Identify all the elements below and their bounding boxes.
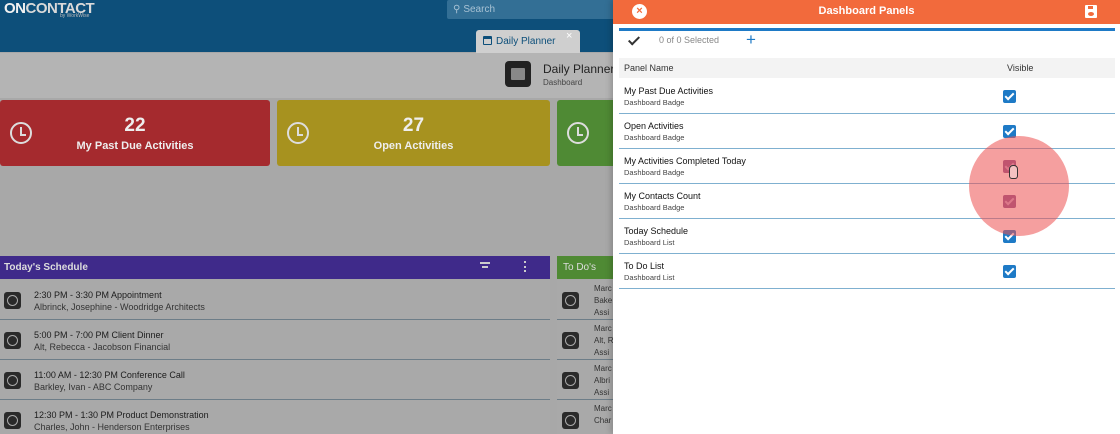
list-item[interactable]: Marc Char (557, 400, 617, 434)
clock-icon (567, 122, 589, 144)
clock-icon (562, 292, 579, 309)
save-icon[interactable] (1085, 5, 1097, 18)
badge-count: 27 (402, 115, 425, 136)
selection-count: 0 of 0 Selected (659, 35, 720, 45)
calendar-icon (483, 36, 492, 45)
add-icon[interactable]: + (746, 30, 756, 50)
clock-icon (562, 372, 579, 389)
page-subtitle: Dashboard (543, 78, 583, 87)
todo-list: Marc Bake Assi Marc Alt, R Assi Marc Albri Ass… (557, 280, 617, 434)
list-item[interactable]: 12:30 PM - 1:30 PM Product Demonstration… (0, 400, 550, 434)
panel-type: Dashboard List (624, 238, 675, 247)
filter-icon[interactable] (480, 262, 490, 270)
clock-icon (4, 372, 21, 389)
list-item[interactable]: Marc Bake Assi (557, 280, 617, 320)
table-row[interactable]: My Past Due Activities Dashboard Badge (619, 79, 1115, 114)
table-row[interactable]: To Do List Dashboard List (619, 254, 1115, 289)
table-header: Panel Name Visible (619, 58, 1115, 78)
list-item[interactable]: 2:30 PM - 3:30 PM Appointment Albrinck, J… (0, 280, 550, 320)
logo-subtitle: by WorkWise (60, 13, 90, 19)
list-item[interactable]: 5:00 PM - 7:00 PM Client Dinner Alt, Rebe… (0, 320, 550, 360)
dashboard-icon (505, 61, 531, 87)
badge-open-activities[interactable]: 27 Open Activities (277, 100, 550, 166)
panel-name: My Activities Completed Today (624, 156, 746, 166)
badge-past-due[interactable]: 22 My Past Due Activities (0, 100, 270, 166)
badge-completed[interactable] (557, 100, 617, 166)
schedule-header: Today's Schedule (0, 256, 550, 279)
clock-icon (562, 332, 579, 349)
selection-toolbar: 0 of 0 Selected + (619, 28, 1115, 54)
hand-cursor-icon (1009, 165, 1018, 179)
dialog-title: Dashboard Panels (818, 5, 915, 17)
visible-checkbox[interactable] (1003, 265, 1016, 278)
panel-name: Open Activities (624, 121, 684, 131)
check-icon[interactable] (627, 33, 641, 46)
panel-type: Dashboard List (624, 273, 675, 282)
clock-icon (4, 292, 21, 309)
page-title: Daily Planner (543, 62, 615, 76)
clock-icon (562, 412, 579, 429)
visible-checkbox[interactable] (1003, 90, 1016, 103)
list-item[interactable]: 11:00 AM - 12:30 PM Conference Call Barkl… (0, 360, 550, 400)
list-item[interactable]: Marc Albri Assi (557, 360, 617, 400)
panel-name: My Contacts Count (624, 191, 701, 201)
column-header-visible: Visible (1007, 63, 1034, 73)
panel-name: My Past Due Activities (624, 86, 714, 96)
panel-type: Dashboard Badge (624, 98, 685, 107)
tab-close-icon[interactable]: × (566, 30, 572, 42)
schedule-list: 2:30 PM - 3:30 PM Appointment Albrinck, J… (0, 280, 550, 434)
panel-type: Dashboard Badge (624, 168, 685, 177)
dialog-header: × Dashboard Panels (613, 0, 1120, 24)
list-item[interactable]: Marc Alt, R Assi (557, 320, 617, 360)
badge-label: My Past Due Activities (76, 140, 194, 152)
search-input[interactable]: ⚲ Search (447, 0, 627, 19)
search-icon: ⚲ (453, 4, 461, 15)
panel-name: To Do List (624, 261, 665, 271)
tab-daily-planner[interactable]: Daily Planner (476, 30, 580, 53)
clock-icon (4, 332, 21, 349)
panel-name: Today Schedule (624, 226, 689, 236)
more-options-icon[interactable] (524, 261, 526, 272)
clock-icon (4, 412, 21, 429)
todo-header: To Do's (557, 256, 617, 279)
panel-type: Dashboard Badge (624, 203, 685, 212)
click-highlight (969, 136, 1069, 236)
badge-label: Open Activities (373, 140, 454, 152)
badge-count: 22 (124, 115, 146, 136)
column-header-panel-name: Panel Name (624, 63, 674, 73)
panel-type: Dashboard Badge (624, 133, 685, 142)
